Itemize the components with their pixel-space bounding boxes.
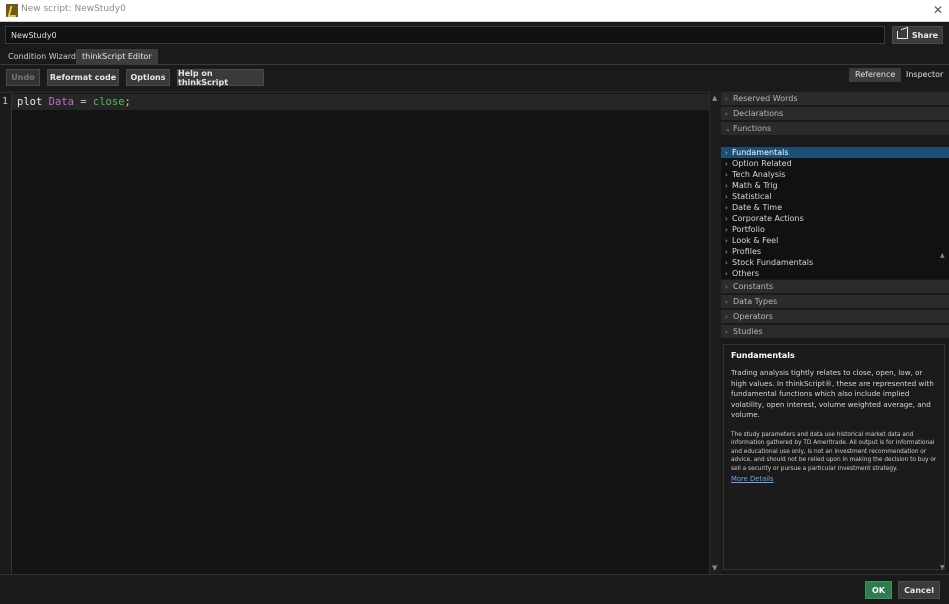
list-item[interactable]: › Profiles (721, 246, 949, 257)
ok-button[interactable]: OK (865, 581, 892, 599)
list-item[interactable]: › Statistical (721, 191, 949, 202)
editor-toolbar: Undo Reformat code Options Help on think… (0, 65, 949, 91)
mode-tabs: Condition Wizard thinkScript Editor (0, 48, 949, 65)
script-name-input[interactable] (5, 26, 885, 44)
list-item-label: Tech Analysis (732, 170, 786, 179)
list-item-label: Corporate Actions (732, 214, 804, 223)
share-button[interactable]: Share (892, 26, 943, 44)
list-item-label: Profiles (732, 247, 762, 256)
title-bar: New script: NewStudy0 ✕ (0, 0, 949, 22)
code-editor[interactable]: 1 plot Data = close; (0, 92, 709, 575)
chevron-right-icon: › (725, 313, 728, 321)
undo-button[interactable]: Undo (6, 69, 40, 86)
dialog-footer: OK Cancel (0, 574, 949, 604)
scroll-up-icon[interactable]: ▲ (712, 94, 717, 102)
panel-scrollbar[interactable]: ▲ ▼ (940, 252, 948, 574)
section-label: Operators (733, 312, 773, 321)
code-semicolon: ; (124, 96, 131, 108)
tab-thinkscript-editor[interactable]: thinkScript Editor (76, 49, 158, 64)
list-item-label: Fundamentals (732, 148, 789, 157)
line-gutter: 1 (0, 93, 12, 575)
share-icon (896, 31, 908, 39)
description-box: Fundamentals Trading analysis tightly re… (723, 344, 945, 570)
reformat-code-button[interactable]: Reformat code (47, 69, 119, 86)
section-label: Reserved Words (733, 94, 798, 103)
list-item[interactable]: › Others (721, 268, 949, 279)
share-label: Share (911, 30, 939, 40)
list-item-label: Look & Feel (732, 236, 779, 245)
section-label: Declarations (733, 109, 784, 118)
chevron-right-icon: › (725, 270, 728, 278)
chevron-right-icon: › (725, 110, 728, 118)
chevron-right-icon: › (725, 283, 728, 291)
chevron-down-icon: ⌄ (725, 125, 731, 133)
list-item[interactable]: › Stock Fundamentals (721, 257, 949, 268)
list-item-label: Option Related (732, 159, 792, 168)
list-item[interactable]: › Date & Time (721, 202, 949, 213)
scroll-down-icon[interactable]: ▼ (940, 564, 945, 571)
line-number: 1 (2, 96, 9, 107)
code-keyword: plot (17, 96, 43, 108)
list-item[interactable]: › Look & Feel (721, 235, 949, 246)
options-button[interactable]: Options (126, 69, 170, 86)
list-item[interactable]: › Math & Trig (721, 180, 949, 191)
list-item[interactable]: › Portfolio (721, 224, 949, 235)
reference-panel: › Reserved Words › Declarations ⌄ Functions… (721, 92, 949, 574)
tab-reference[interactable]: Reference (849, 68, 902, 82)
tab-condition-wizard[interactable]: Condition Wizard (4, 49, 80, 64)
section-operators[interactable]: › Operators (721, 310, 949, 324)
section-label: Data Types (733, 297, 778, 306)
editor-scrollbar[interactable]: ▲ ▼ (709, 92, 721, 574)
code-operator: = (80, 96, 87, 108)
code-variable: Data (48, 96, 74, 108)
chevron-right-icon: › (725, 328, 728, 336)
help-on-thinkscript-button[interactable]: Help on thinkScript (177, 69, 264, 87)
list-item-label: Portfolio (732, 225, 765, 234)
section-label: Functions (733, 124, 772, 133)
section-declarations[interactable]: › Declarations (721, 107, 949, 121)
list-item-label: Date & Time (732, 203, 783, 212)
window-title: New script: NewStudy0 (21, 4, 126, 14)
scroll-down-icon[interactable]: ▼ (712, 564, 717, 572)
section-constants[interactable]: › Constants (721, 280, 949, 294)
list-item-label: Others (732, 269, 759, 278)
section-data-types[interactable]: › Data Types (721, 295, 949, 309)
list-item[interactable]: › Option Related (721, 158, 949, 169)
functions-list: › Fundamentals › Option Related › Tech Anal… (721, 147, 949, 279)
list-item-label: Stock Fundamentals (732, 258, 814, 267)
chevron-right-icon: › (725, 298, 728, 306)
chevron-right-icon: › (725, 95, 728, 103)
close-icon[interactable]: ✕ (933, 3, 943, 17)
list-item-label: Statistical (732, 192, 772, 201)
cancel-button[interactable]: Cancel (898, 581, 940, 599)
section-label: Studies (733, 327, 763, 336)
list-item[interactable]: › Corporate Actions (721, 213, 949, 224)
list-item-label: Math & Trig (732, 181, 778, 190)
tab-inspector[interactable]: Inspector (900, 68, 949, 82)
section-functions[interactable]: ⌄ Functions (721, 122, 949, 136)
section-label: Constants (733, 282, 774, 291)
name-bar: Share (0, 22, 949, 48)
section-studies[interactable]: › Studies (721, 325, 949, 339)
thinkorswim-app-icon (6, 4, 18, 17)
description-body: Trading analysis tightly relates to clos… (731, 368, 934, 419)
code-line[interactable]: plot Data = close; (12, 94, 709, 110)
description-title: Fundamentals (731, 351, 795, 360)
list-item-fundamentals[interactable]: › Fundamentals (721, 147, 949, 158)
scroll-up-icon[interactable]: ▲ (940, 252, 945, 259)
more-details-link[interactable]: More Details (731, 475, 937, 483)
code-function: close (92, 96, 125, 108)
script-editor-window: New script: NewStudy0 ✕ Share Condition … (0, 0, 949, 604)
list-item[interactable]: › Tech Analysis (721, 169, 949, 180)
description-disclaimer: The study parameters and data use histor… (731, 431, 937, 472)
section-reserved-words[interactable]: › Reserved Words (721, 92, 949, 106)
